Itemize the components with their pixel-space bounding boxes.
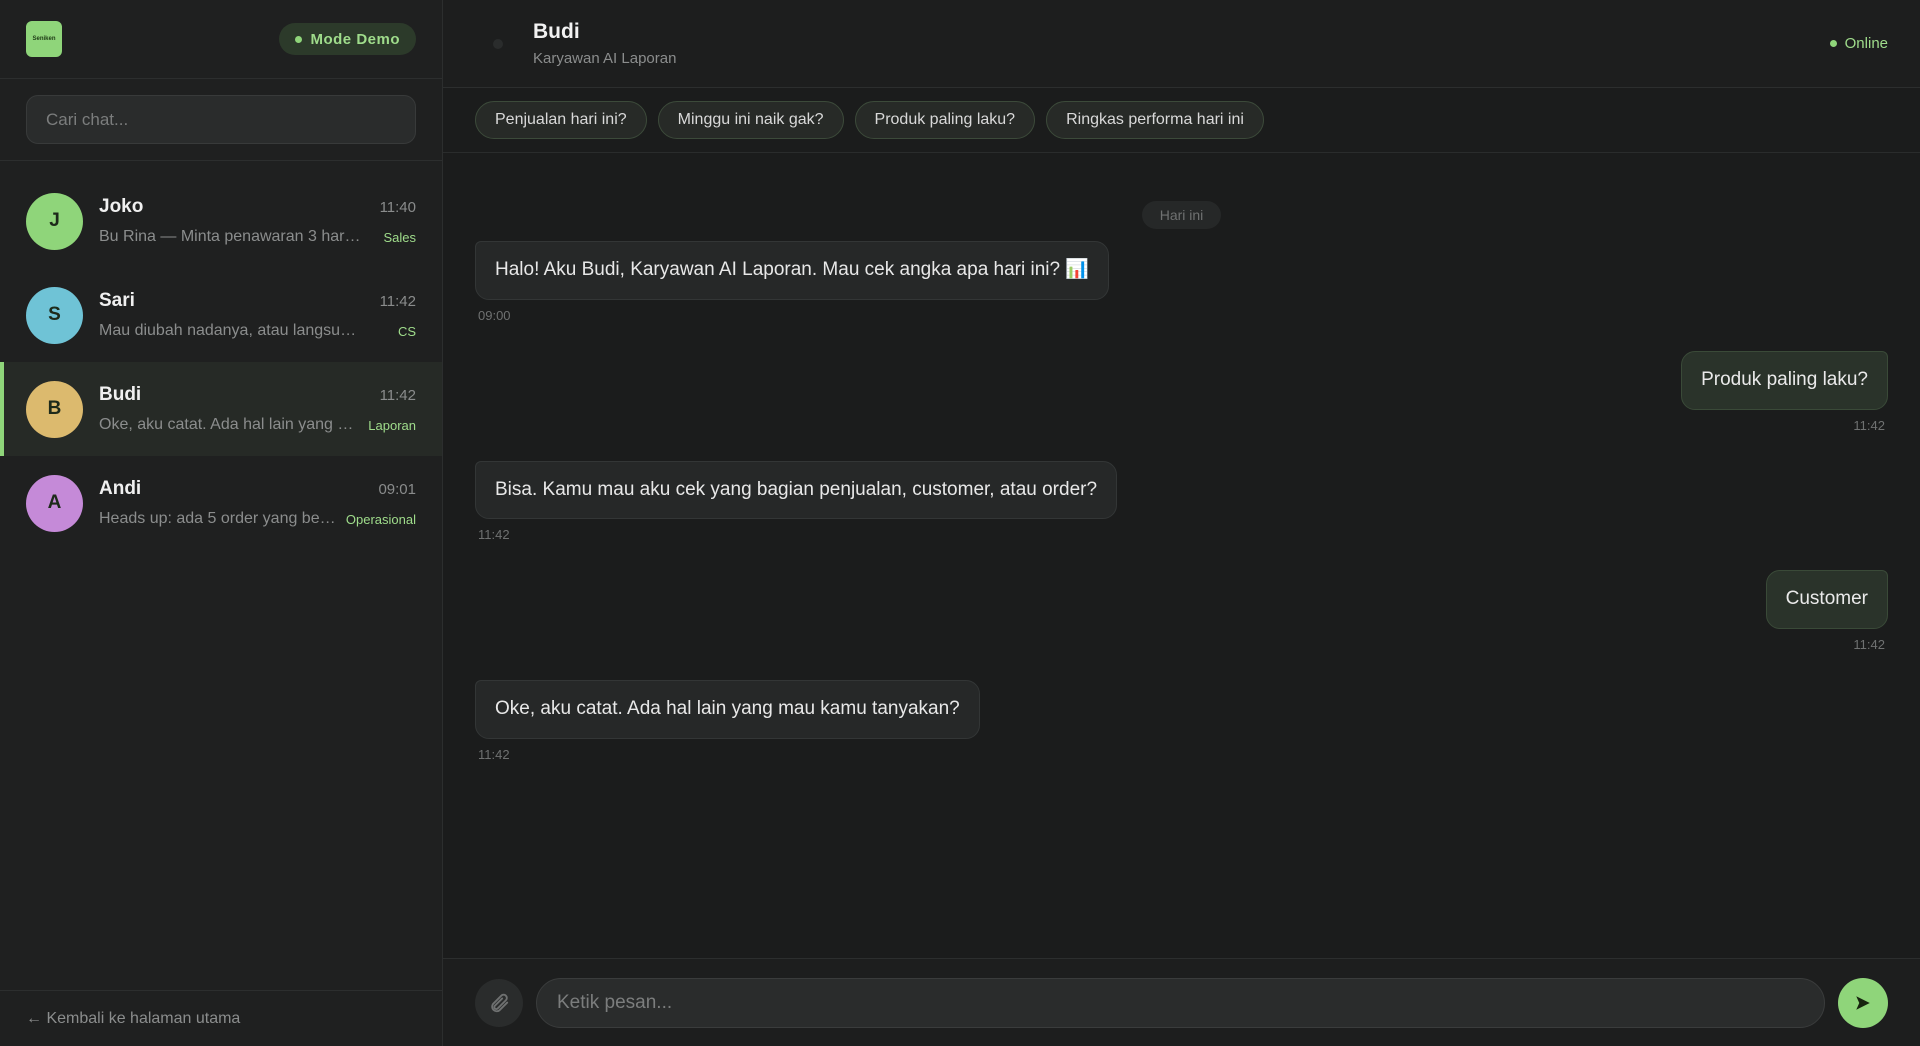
sidebar-header: Seniken Mode Demo (0, 0, 442, 79)
avatar: A (26, 474, 83, 532)
chat-name: Andi (99, 478, 142, 499)
message-time: 11:42 (478, 746, 510, 762)
mode-label: Mode Demo (310, 30, 400, 48)
chat-item-body: Sari 11:42 Mau diubah nadanya, atau lang… (99, 290, 416, 340)
message-bubble: Halo! Aku Budi, Karyawan AI Laporan. Mau… (475, 241, 1110, 300)
avatar: J (26, 192, 83, 250)
quick-reply-week-trend[interactable]: Minggu ini naik gak? (657, 101, 844, 139)
chat-time: 09:01 (378, 480, 416, 498)
chat-tag: Sales (383, 229, 416, 245)
message-time: 11:42 (1853, 637, 1885, 653)
message-incoming: Halo! Aku Budi, Karyawan AI Laporan. Mau… (475, 241, 1888, 323)
chat-tag: CS (397, 323, 416, 339)
status-dot-icon (295, 35, 303, 43)
chat-tag: Laporan (368, 417, 416, 433)
message-bubble: Produk paling laku? (1681, 350, 1888, 410)
send-icon[interactable] (1838, 977, 1888, 1028)
chat-main: Budi Karyawan AI Laporan Online Penjuala… (443, 0, 1920, 1046)
message-composer (443, 958, 1920, 1046)
quick-reply-summary[interactable]: Ringkas performa hari ini (1046, 101, 1264, 139)
contact-subtitle: Karyawan AI Laporan (533, 50, 677, 67)
chat-item-budi[interactable]: B Budi 11:42 Oke, aku catat. Ada hal lai… (0, 362, 442, 456)
message-incoming: Oke, aku catat. Ada hal lain yang mau ka… (475, 680, 1888, 762)
quick-reply-top-product[interactable]: Produk paling laku? (854, 101, 1036, 139)
chat-item-body: Andi 09:01 Heads up: ada 5 order yang be… (99, 478, 416, 528)
online-dot-icon (1829, 40, 1837, 47)
chat-item-body: Joko 11:40 Bu Rina — Minta penawaran 3 h… (99, 196, 416, 246)
message-time: 09:00 (478, 307, 511, 323)
header-avatar (493, 38, 503, 49)
chat-name: Sari (99, 290, 135, 311)
chat-item-andi[interactable]: A Andi 09:01 Heads up: ada 5 order yang … (0, 456, 442, 550)
chat-item-joko[interactable]: J Joko 11:40 Bu Rina — Minta penawaran 3… (0, 174, 442, 268)
message-bubble: Bisa. Kamu mau aku cek yang bagian penju… (475, 460, 1118, 520)
chat-preview: Oke, aku catat. Ada hal lain yang mau ka… (99, 416, 358, 433)
chat-list: J Joko 11:40 Bu Rina — Minta penawaran 3… (0, 161, 442, 990)
paperclip-icon[interactable] (475, 978, 523, 1027)
message-bubble: Customer (1765, 570, 1888, 630)
avatar: B (26, 380, 83, 438)
chat-time: 11:42 (379, 386, 416, 404)
app-logo[interactable]: Seniken (26, 21, 62, 57)
chat-item-sari[interactable]: S Sari 11:42 Mau diubah nadanya, atau la… (0, 268, 442, 362)
sidebar-search-wrap (0, 79, 442, 161)
chat-search-input[interactable] (26, 95, 416, 144)
chat-header: Budi Karyawan AI Laporan Online (443, 0, 1920, 88)
sidebar-footer: ← Kembali ke halaman utama (0, 990, 442, 1046)
back-to-home-link[interactable]: ← Kembali ke halaman utama (26, 1010, 240, 1028)
message-outgoing: Produk paling laku? 11:42 (475, 350, 1888, 433)
online-status: Online (1829, 35, 1888, 52)
quick-reply-sales-today[interactable]: Penjualan hari ini? (475, 101, 647, 139)
mode-demo-badge: Mode Demo (279, 23, 416, 55)
sidebar: Seniken Mode Demo J Joko 11:40 Bu Rina —… (0, 0, 443, 1046)
day-separator-label: Hari ini (1141, 201, 1222, 229)
day-separator: Hari ini (475, 201, 1888, 229)
quick-replies: Penjualan hari ini? Minggu ini naik gak?… (443, 88, 1920, 153)
message-incoming: Bisa. Kamu mau aku cek yang bagian penju… (475, 460, 1888, 543)
chat-preview: Mau diubah nadanya, atau langsung kirim? (99, 322, 364, 339)
message-list: Hari ini Halo! Aku Budi, Karyawan AI Lap… (443, 153, 1920, 958)
avatar: S (26, 286, 83, 344)
chat-time: 11:42 (379, 292, 416, 310)
chat-item-body: Budi 11:42 Oke, aku catat. Ada hal lain … (99, 384, 416, 434)
chat-preview: Heads up: ada 5 order yang belum diprose… (99, 510, 336, 527)
message-time: 11:42 (478, 527, 510, 543)
message-bubble: Oke, aku catat. Ada hal lain yang mau ka… (475, 680, 980, 739)
message-outgoing: Customer 11:42 (475, 570, 1888, 652)
chat-tag: Operasional (345, 511, 416, 527)
message-input[interactable] (536, 977, 1825, 1028)
contact-name: Budi (533, 20, 580, 43)
chat-time: 11:40 (379, 198, 416, 216)
message-time: 11:42 (1853, 417, 1885, 433)
chat-name: Joko (99, 196, 144, 217)
chat-name: Budi (99, 384, 142, 405)
status-text: Online (1844, 35, 1888, 52)
chat-preview: Bu Rina — Minta penawaran 3 hari lagi (99, 228, 364, 245)
